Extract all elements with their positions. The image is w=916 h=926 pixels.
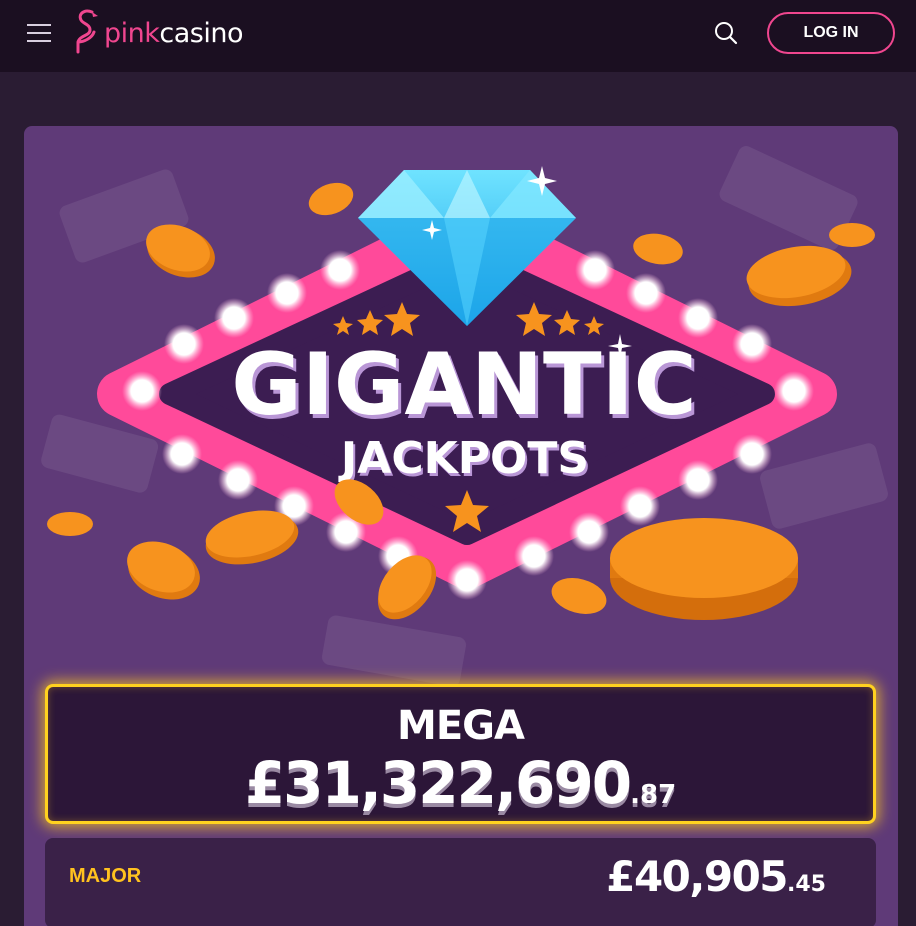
site-logo[interactable]: pinkcasino	[72, 8, 243, 58]
logo-wordmark: pinkcasino	[104, 18, 243, 49]
logo-text-pink: pink	[104, 17, 160, 49]
mega-amount-cents: .87	[630, 780, 677, 810]
jackpot-panel: GIGANTIC GIGANTIC JACKPOTS JACKPOTS MEGA…	[24, 126, 898, 926]
gigantic-jackpots-banner: GIGANTIC GIGANTIC JACKPOTS JACKPOTS	[41, 146, 888, 686]
banner-title-line2: JACKPOTS	[338, 433, 589, 484]
mega-jackpot-label: MEGA	[397, 703, 525, 749]
mega-jackpot-amount: £31,322,690.87	[48, 749, 873, 817]
flamingo-logo-icon	[72, 8, 100, 59]
menu-icon[interactable]	[27, 24, 51, 42]
mega-jackpot-card[interactable]: MEGA £31,322,690.87	[45, 684, 876, 824]
mega-amount-main: £31,322,690	[244, 749, 632, 817]
search-icon[interactable]	[713, 20, 739, 46]
login-button[interactable]: LOG IN	[767, 12, 895, 54]
major-jackpot-label: MAJOR	[69, 865, 142, 887]
major-amount-main: £40,905	[606, 852, 788, 901]
major-jackpot-card[interactable]: MAJOR £40,905.45	[45, 838, 876, 926]
logo-text-casino: casino	[159, 17, 243, 49]
major-jackpot-amount: £40,905.45	[606, 852, 826, 901]
major-amount-cents: .45	[787, 872, 826, 897]
top-navigation-bar: pinkcasino LOG IN	[0, 0, 916, 72]
banner-title-line1: GIGANTIC	[231, 335, 696, 435]
